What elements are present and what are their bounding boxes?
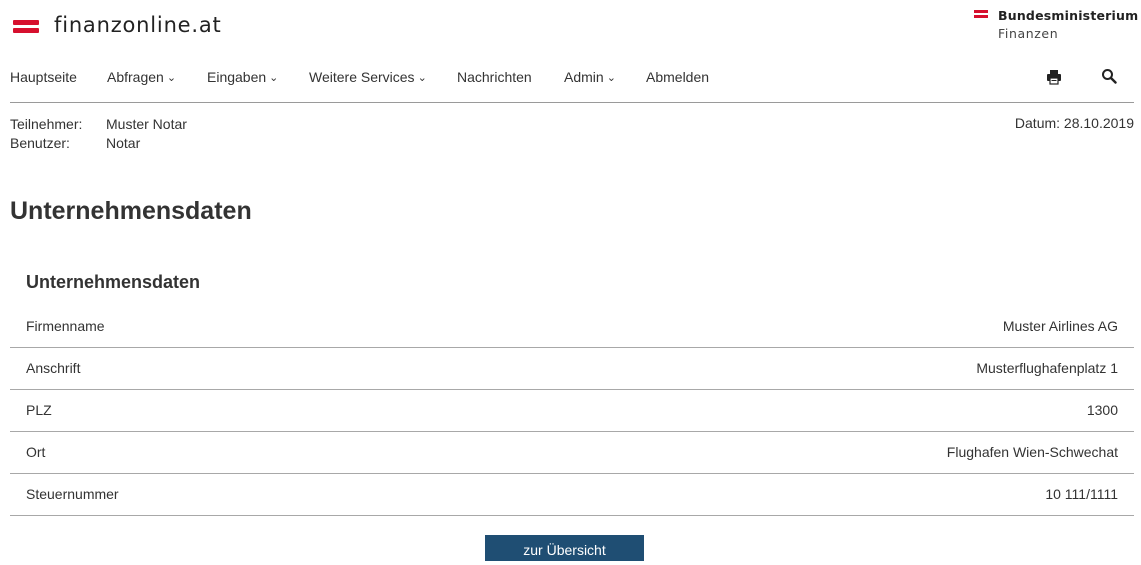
- row-label: Ort: [26, 444, 46, 460]
- benutzer-row: Benutzer: Notar: [10, 134, 187, 153]
- print-icon[interactable]: [1046, 69, 1062, 85]
- ministry-title: Bundesministerium: [998, 8, 1139, 23]
- ministry-logo[interactable]: Bundesministerium Finanzen: [974, 6, 1138, 46]
- site-logo-text[interactable]: finanzonline.at: [54, 13, 222, 37]
- chevron-down-icon: ⌄: [269, 72, 279, 84]
- nav-divider: [10, 102, 1134, 103]
- nav-item-label: Abfragen: [107, 69, 164, 85]
- table-row: Ort Flughafen Wien-Schwechat: [10, 432, 1134, 474]
- row-value: 10 111/1111: [1045, 486, 1118, 502]
- nav-item-label: Admin: [564, 69, 604, 85]
- nav-item-hauptseite[interactable]: Hauptseite: [10, 69, 77, 85]
- nav-item-nachrichten[interactable]: Nachrichten: [457, 69, 532, 85]
- session-info: Teilnehmer: Muster Notar Benutzer: Notar: [10, 115, 187, 153]
- row-label: Steuernummer: [26, 486, 119, 502]
- table-row: PLZ 1300: [10, 390, 1134, 432]
- company-data-table: Firmenname Muster Airlines AG Anschrift …: [10, 306, 1134, 516]
- row-value: 1300: [1086, 402, 1118, 418]
- row-label: Firmenname: [26, 318, 105, 334]
- row-value: Muster Airlines AG: [1002, 318, 1118, 334]
- nav-item-weitere-services[interactable]: Weitere Services ⌄: [309, 69, 427, 85]
- flag-stripe-top: [13, 20, 39, 25]
- date-display: Datum: 28.10.2019: [1014, 115, 1134, 131]
- nav-item-abfragen[interactable]: Abfragen ⌄: [107, 69, 176, 85]
- chevron-down-icon: ⌄: [166, 72, 177, 84]
- chevron-down-icon: ⌄: [606, 72, 616, 84]
- teilnehmer-label: Teilnehmer:: [10, 116, 83, 132]
- row-value: Musterflughafenplatz 1: [976, 360, 1118, 376]
- nav-item-label: Nachrichten: [457, 69, 532, 85]
- ministry-subtitle: Finanzen: [998, 26, 1059, 41]
- benutzer-label: Benutzer:: [10, 135, 70, 151]
- table-row: Steuernummer 10 111/1111: [10, 474, 1134, 516]
- header: finanzonline.at Bundesministerium Finanz…: [0, 0, 1141, 60]
- nav-item-label: Eingaben: [207, 69, 267, 85]
- ministry-flag-stripe-top: [974, 10, 988, 13]
- austria-flag-logo-icon: [13, 16, 39, 36]
- ministry-flag-stripe-bottom: [974, 15, 988, 18]
- nav-item-abmelden[interactable]: Abmelden: [646, 69, 709, 85]
- main-nav: Hauptseite Abfragen ⌄ Eingaben ⌄ Weitere S…: [0, 60, 1141, 102]
- ministry-flag-icon: [974, 10, 988, 20]
- page-title: Unternehmensdaten: [10, 197, 252, 225]
- nav-item-label: Weitere Services: [309, 69, 415, 85]
- row-label: Anschrift: [26, 360, 81, 376]
- search-icon[interactable]: [1101, 68, 1117, 84]
- nav-item-eingaben[interactable]: Eingaben ⌄: [207, 69, 278, 85]
- table-row: Firmenname Muster Airlines AG: [10, 306, 1134, 348]
- section-title: Unternehmensdaten: [26, 272, 201, 292]
- nav-item-label: Hauptseite: [10, 69, 77, 85]
- flag-stripe-bottom: [13, 28, 39, 33]
- nav-item-admin[interactable]: Admin ⌄: [564, 69, 616, 85]
- row-label: PLZ: [26, 402, 52, 418]
- teilnehmer-value: Muster Notar: [106, 116, 187, 132]
- nav-item-label: Abmelden: [646, 69, 710, 85]
- table-row: Anschrift Musterflughafenplatz 1: [10, 348, 1134, 390]
- teilnehmer-row: Teilnehmer: Muster Notar: [10, 115, 187, 134]
- benutzer-value: Notar: [106, 135, 141, 151]
- back-to-overview-button[interactable]: zur Übersicht: [485, 535, 644, 561]
- row-value: Flughafen Wien-Schwechat: [946, 444, 1118, 460]
- chevron-down-icon: ⌄: [417, 72, 427, 84]
